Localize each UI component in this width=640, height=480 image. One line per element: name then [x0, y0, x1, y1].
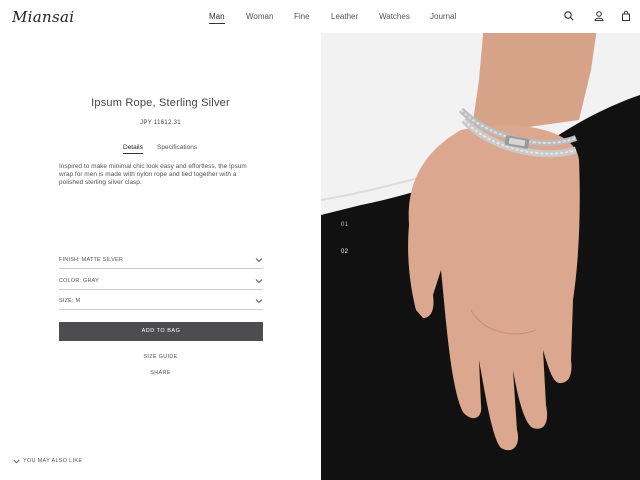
- gallery-index-01[interactable]: 01: [341, 222, 348, 228]
- finish-label: FINISH: MATTE SILVER: [59, 257, 123, 263]
- add-to-bag-button[interactable]: ADD TO BAG: [59, 322, 263, 341]
- search-icon[interactable]: [563, 10, 575, 22]
- you-may-also-like-toggle[interactable]: YOU MAY ALSO LIKE: [13, 458, 82, 464]
- size-select[interactable]: SIZE: M: [59, 296, 263, 310]
- size-label: SIZE: M: [59, 298, 81, 304]
- nav-leather[interactable]: Leather: [331, 12, 358, 21]
- bag-icon[interactable]: [620, 10, 632, 22]
- color-select[interactable]: COLOR: GRAY: [59, 276, 263, 290]
- site-header: Miansai Man Woman Fine Leather Watches J…: [0, 0, 640, 33]
- user-icon[interactable]: [593, 10, 605, 22]
- product-info-panel: Ipsum Rope, Sterling Silver JPY 11612.31…: [0, 33, 321, 480]
- nav-woman[interactable]: Woman: [246, 12, 273, 21]
- nav-fine[interactable]: Fine: [294, 12, 310, 21]
- chevron-down-icon: [255, 279, 263, 284]
- finish-select[interactable]: FINISH: MATTE SILVER: [59, 255, 263, 269]
- tab-specifications[interactable]: Specifications: [157, 144, 197, 151]
- color-label: COLOR: GRAY: [59, 278, 99, 284]
- nav-watches[interactable]: Watches: [379, 12, 410, 21]
- tab-details[interactable]: Details: [123, 144, 143, 154]
- product-title: Ipsum Rope, Sterling Silver: [91, 97, 230, 109]
- you-may-also-like-label: YOU MAY ALSO LIKE: [23, 458, 83, 464]
- nav-journal[interactable]: Journal: [430, 12, 456, 21]
- brand-logo[interactable]: Miansai: [12, 8, 74, 26]
- nav-man[interactable]: Man: [209, 12, 225, 24]
- product-image: 01 02: [321, 0, 640, 480]
- gallery-index-02[interactable]: 02: [341, 249, 348, 255]
- size-guide-link[interactable]: SIZE GUIDE: [0, 354, 321, 360]
- product-photo: [321, 0, 640, 480]
- share-link[interactable]: SHARE: [0, 370, 321, 376]
- product-description: Inspired to make minimal chic look easy …: [59, 163, 247, 186]
- chevron-down-icon: [255, 299, 263, 304]
- chevron-down-icon: [255, 258, 263, 263]
- chevron-down-icon: [13, 459, 20, 464]
- product-price: JPY 11612.31: [140, 120, 181, 126]
